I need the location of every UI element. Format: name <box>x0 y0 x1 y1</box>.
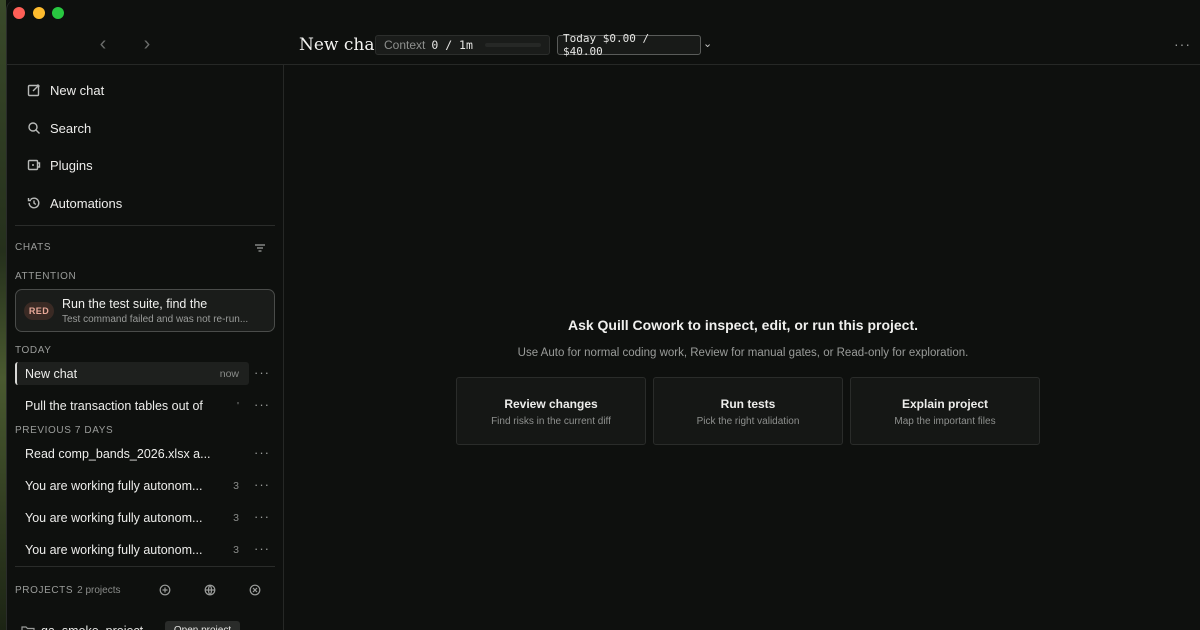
card-title: Review changes <box>504 397 598 411</box>
title-bar: ‹ › New chat Context 0 / 1m Today $0.00 … <box>7 0 1200 65</box>
sidebar-item-label: Plugins <box>50 157 93 173</box>
list-item[interactable]: You are working fully autonom... 3 <box>15 474 249 497</box>
explain-project-card[interactable]: Explain project Map the important files <box>850 377 1040 445</box>
globe-icon <box>204 584 216 596</box>
chat-more-icon[interactable]: ··· <box>253 509 271 524</box>
more-options-icon[interactable]: ··· <box>1174 36 1191 52</box>
close-projects-button[interactable] <box>249 583 263 597</box>
close-circle-icon <box>249 584 261 596</box>
context-usage-pill: Context 0 / 1m <box>375 35 550 55</box>
attention-chat-title: Run the test suite, find the <box>62 297 208 311</box>
card-subtitle: Map the important files <box>894 416 996 427</box>
plugin-icon <box>27 159 41 171</box>
sidebar-divider <box>15 566 275 567</box>
chats-section-label: CHATS <box>15 242 52 253</box>
add-project-button[interactable] <box>159 583 173 597</box>
main-panel: Ask Quill Cowork to inspect, edit, or ru… <box>285 65 1200 630</box>
project-name: qa_smoke_project <box>41 624 143 630</box>
chat-row-title: Pull the transaction tables out of <box>25 398 203 413</box>
projects-label: PROJECTS <box>15 585 74 596</box>
sidebar-item-label: Automations <box>50 195 123 211</box>
sidebar-item-label: New chat <box>50 82 105 98</box>
empty-state-title: Ask Quill Cowork to inspect, edit, or ru… <box>567 317 919 333</box>
card-title: Explain project <box>901 397 989 411</box>
status-badge: RED <box>24 302 54 320</box>
sidebar-divider <box>15 225 275 226</box>
chat-row-count: 3 <box>233 511 239 524</box>
open-project-button[interactable]: Open project <box>165 621 240 630</box>
minimize-window-button[interactable] <box>33 7 45 19</box>
chat-row-title: You are working fully autonom... <box>25 478 203 493</box>
chat-row-count: 3 <box>233 479 239 492</box>
search-icon <box>28 122 40 134</box>
cost-budget-text: Today $0.00 / $40.00 <box>563 32 650 58</box>
review-changes-card[interactable]: Review changes Find risks in the current… <box>456 377 646 445</box>
chat-row-title: Read comp_bands_2026.xlsx a... <box>25 446 211 461</box>
run-tests-card[interactable]: Run tests Pick the right validation <box>653 377 843 445</box>
chevron-down-icon[interactable]: ⌄ <box>703 37 712 50</box>
today-section-label: TODAY <box>15 345 52 356</box>
chat-row-count: 3 <box>233 543 239 556</box>
compose-icon <box>27 84 40 97</box>
chat-more-icon[interactable]: ··· <box>253 477 271 492</box>
list-item[interactable]: Read comp_bands_2026.xlsx a... <box>15 442 249 465</box>
list-item[interactable]: You are working fully autonom... 3 <box>15 506 249 529</box>
back-chevron-icon[interactable]: ‹ <box>92 34 114 56</box>
attention-chat-subtitle: Test command failed and was not re-run..… <box>62 314 249 325</box>
attention-section-label: ATTENTION <box>15 271 77 282</box>
projects-count: 2 projects <box>77 585 121 596</box>
list-item[interactable]: Pull the transaction tables out of ' <box>15 394 249 417</box>
sidebar-item-automations[interactable]: Automations <box>15 188 273 218</box>
sidebar-item-plugins[interactable]: Plugins <box>15 150 273 180</box>
plus-circle-icon <box>159 584 171 596</box>
context-label: Context <box>384 38 426 52</box>
chat-row-title: New chat <box>25 366 78 381</box>
empty-state-subtitle: Use Auto for normal coding work, Review … <box>517 347 969 359</box>
chat-row-title: You are working fully autonom... <box>25 510 203 525</box>
sidebar-item-new-chat[interactable]: New chat <box>15 75 273 105</box>
chat-more-icon[interactable]: ··· <box>253 365 271 380</box>
context-progress-bar <box>484 43 541 47</box>
context-value: 0 / 1m <box>431 38 473 52</box>
card-title: Run tests <box>720 397 776 411</box>
zoom-window-button[interactable] <box>52 7 64 19</box>
card-subtitle: Find risks in the current diff <box>491 416 611 427</box>
attention-chat-card[interactable]: RED Run the test suite, find the Test co… <box>15 289 275 332</box>
chat-more-icon[interactable]: ··· <box>253 397 271 412</box>
sidebar: New chat Search Plugins Automations CHAT… <box>7 65 284 630</box>
forward-chevron-icon[interactable]: › <box>136 34 158 56</box>
card-subtitle: Pick the right validation <box>696 416 800 427</box>
chat-row-time: ' <box>236 399 239 412</box>
sidebar-item-search[interactable]: Search <box>15 113 273 143</box>
chat-row-title: You are working fully autonom... <box>25 542 203 557</box>
chat-more-icon[interactable]: ··· <box>253 541 271 556</box>
chat-title: New chat <box>299 35 382 55</box>
list-item[interactable]: You are working fully autonom... 3 <box>15 538 249 561</box>
globe-project-button[interactable] <box>204 583 218 597</box>
folder-icon <box>21 626 35 630</box>
chat-more-icon[interactable]: ··· <box>253 445 271 460</box>
close-window-button[interactable] <box>13 7 25 19</box>
list-item[interactable]: New chat now <box>15 362 249 385</box>
history-clock-icon <box>27 197 40 209</box>
projects-section-label: PROJECTS 2 projects <box>15 585 121 596</box>
project-more-icon[interactable]: ··· <box>253 623 271 630</box>
app-window: ‹ › New chat Context 0 / 1m Today $0.00 … <box>6 0 1200 630</box>
cost-budget-button[interactable]: Today $0.00 / $40.00 <box>557 32 701 58</box>
chat-row-time: now <box>219 367 239 380</box>
sidebar-item-label: Search <box>50 120 92 136</box>
filter-icon[interactable] <box>253 241 267 255</box>
previous-section-label: PREVIOUS 7 DAYS <box>15 425 114 436</box>
